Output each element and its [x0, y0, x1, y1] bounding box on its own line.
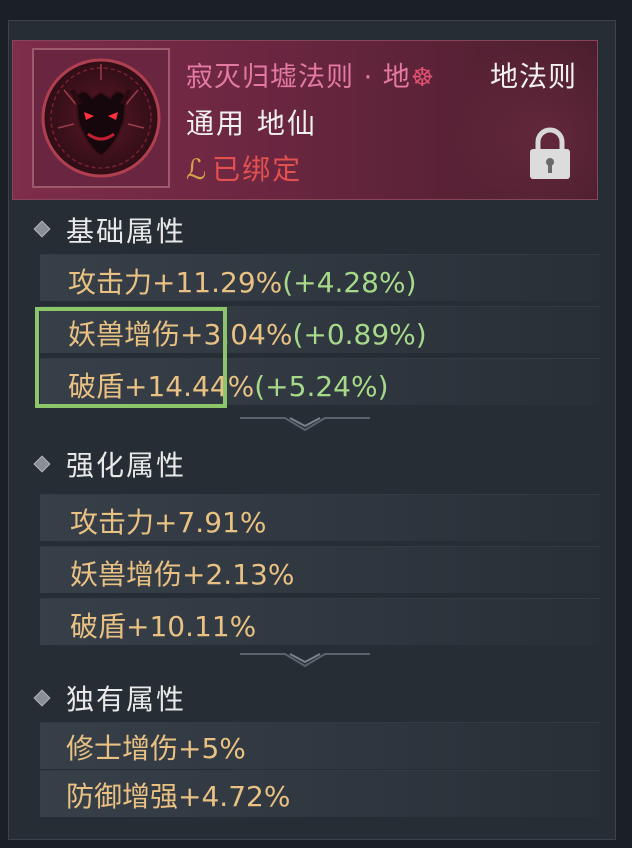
stat-row: 攻击力+7.91% — [40, 494, 600, 541]
demon-mask-icon — [34, 50, 168, 186]
stat-defense-boost: 防御增强+4.72% — [66, 775, 290, 815]
section-divider-ornament — [240, 417, 370, 432]
bind-status: ℒ 已绑定 — [186, 148, 302, 188]
stat-value: +4.72% — [178, 780, 291, 813]
section-divider-ornament — [240, 653, 370, 668]
paperclip-icon: ℒ — [186, 153, 209, 186]
stat-beast-damage: 妖兽增伤+2.13% — [70, 553, 294, 593]
stat-name: 攻击力 — [70, 506, 155, 539]
stat-row: 修士增伤+5% — [40, 722, 600, 769]
highlight-box — [35, 307, 227, 408]
stat-row: 破盾+10.11% — [40, 598, 600, 645]
stat-cultivator-damage: 修士增伤+5% — [66, 727, 246, 767]
stat-bonus: (+0.89%) — [292, 318, 427, 351]
stat-name: 妖兽增伤 — [70, 558, 183, 591]
item-name: 寂灭归墟法则 · 地☸ — [186, 55, 435, 94]
stat-value: +10.11% — [126, 610, 257, 643]
bind-status-label: 已绑定 — [212, 153, 303, 186]
section-title-enhanced: 强化属性 — [66, 449, 187, 482]
padlock-icon[interactable] — [524, 124, 576, 182]
stat-row: 攻击力+11.29%(+4.28%) — [40, 254, 600, 301]
stat-value: +5% — [178, 732, 246, 765]
item-portrait — [32, 48, 170, 188]
stat-name: 修士增伤 — [66, 732, 179, 765]
item-name-label: 寂灭归墟法则 · 地 — [186, 62, 411, 93]
stat-name: 破盾 — [70, 610, 127, 643]
stat-row: 妖兽增伤+2.13% — [40, 546, 600, 593]
dharma-seal-icon: ☸ — [410, 63, 436, 93]
stat-row: 防御增强+4.72% — [40, 770, 600, 817]
stat-name: 攻击力 — [68, 266, 153, 299]
stat-attack: 攻击力+11.29%(+4.28%) — [68, 261, 417, 301]
section-title-unique: 独有属性 — [66, 683, 187, 716]
stat-bonus: (+4.28%) — [282, 266, 417, 299]
stat-value: +2.13% — [182, 558, 295, 591]
stat-attack: 攻击力+7.91% — [70, 501, 266, 541]
section-title-basic: 基础属性 — [66, 215, 187, 248]
stat-value: +7.91% — [154, 506, 267, 539]
item-type-label: 地法则 — [490, 60, 578, 93]
stat-shield-break: 破盾+10.11% — [70, 605, 256, 645]
stat-name: 防御增强 — [66, 780, 179, 813]
item-class-label: 通用 地仙 — [186, 107, 317, 140]
stat-bonus: (+5.24%) — [254, 370, 389, 403]
stat-value: +11.29% — [152, 266, 283, 299]
